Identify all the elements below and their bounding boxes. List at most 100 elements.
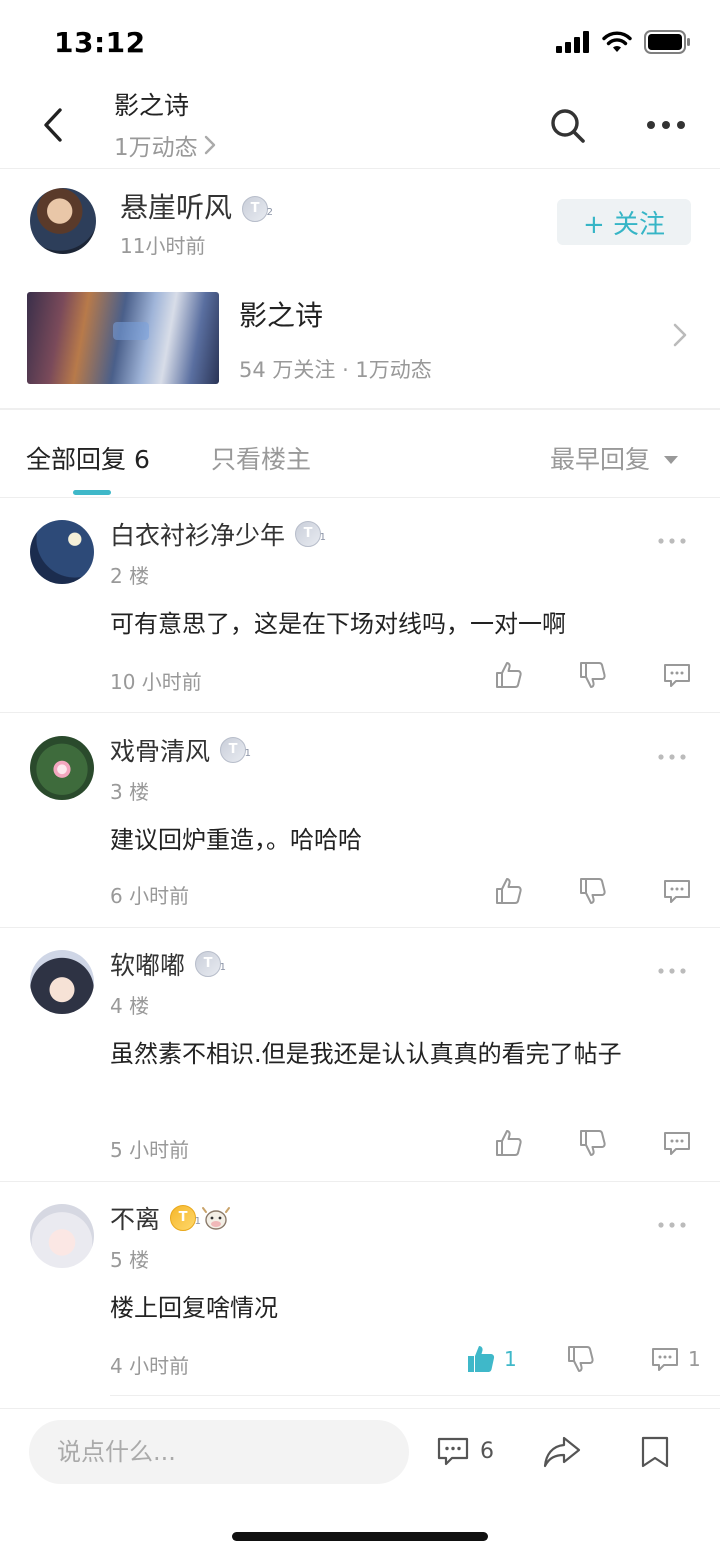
floor-number: 2 楼 (110, 564, 150, 588)
like-button[interactable]: 1 (466, 1344, 517, 1374)
commenter-avatar[interactable] (30, 736, 94, 800)
tab-all-replies[interactable]: 全部回复 6 (26, 440, 150, 476)
nav-subtitle: 1万动态 (114, 135, 198, 161)
cow-emoji-icon (202, 1207, 231, 1230)
dislike-button[interactable] (578, 660, 608, 690)
commenter-name-row[interactable]: 不离 T 1 (110, 1200, 231, 1236)
status-bar: 13:12 (0, 0, 720, 88)
reply-button[interactable] (662, 876, 692, 906)
reply-button[interactable]: 1 (650, 1344, 701, 1374)
thumbs-up-icon (496, 1130, 522, 1156)
battery-icon (644, 30, 690, 54)
nav-title[interactable]: 影之诗 (114, 86, 189, 122)
sort-dropdown[interactable]: 最早回复 (550, 440, 679, 476)
share-icon[interactable] (542, 1435, 582, 1469)
thumbs-up-icon (496, 878, 522, 904)
level-badge-icon: T1 (170, 1205, 201, 1231)
forum-stats: 54 万关注 · 1万动态 (239, 358, 432, 382)
status-time: 13:12 (54, 26, 146, 59)
chevron-left-icon (44, 108, 62, 142)
status-icons (556, 30, 692, 54)
floor-number: 4 楼 (110, 994, 150, 1018)
floor-number: 5 楼 (110, 1248, 150, 1272)
chevron-right-icon (204, 135, 215, 155)
commenter-name: 不离 (110, 1205, 161, 1234)
comment-text: 楼上回复啥情况 (110, 1294, 278, 1322)
author-avatar[interactable] (30, 188, 96, 254)
commenter-name-row[interactable]: 白衣衬衫净少年 T 1 (110, 516, 326, 552)
thumbs-up-icon (496, 662, 522, 688)
tab-active-indicator (73, 490, 111, 495)
comment-icon (664, 1132, 690, 1155)
comment-icon (437, 1437, 469, 1466)
forum-card[interactable]: 影之诗 54 万关注 · 1万动态 (0, 282, 720, 400)
commenter-name: 白衣衬衫净少年 (110, 521, 286, 550)
dislike-button[interactable] (566, 1344, 596, 1374)
commenter-avatar[interactable] (30, 1204, 94, 1268)
like-button[interactable] (494, 1128, 524, 1158)
follow-button[interactable]: + 关注 (557, 199, 691, 245)
commenter-avatar[interactable] (30, 520, 94, 584)
thumbs-down-icon (580, 1130, 606, 1156)
commenter-name: 软嘟嘟 (110, 951, 186, 980)
tab-op-only[interactable]: 只看楼主 (211, 440, 311, 476)
floor-number: 3 楼 (110, 780, 150, 804)
comment-item: 不离 T 1 5 楼 楼上回复啥情况 4 小时前 1 1 (0, 1182, 720, 1396)
comment-actions (0, 876, 720, 912)
level-badge-icon: T2 (242, 196, 273, 222)
thumbs-down-icon (580, 662, 606, 688)
comment-actions (0, 660, 720, 696)
level-badge-icon: T1 (195, 951, 226, 977)
comment-icon (652, 1348, 678, 1371)
author-name: 悬崖听风 (120, 191, 233, 224)
like-button[interactable] (494, 660, 524, 690)
comment-text: 虽然素不相识.但是我还是认认真真的看完了帖子 (110, 1040, 622, 1068)
commenter-name-row[interactable]: 软嘟嘟 T 1 (110, 946, 226, 982)
caret-down-icon (664, 456, 679, 464)
nav-subtitle-link[interactable]: 1万动态 (114, 128, 216, 162)
level-badge-icon: T1 (220, 737, 251, 763)
reply-button[interactable] (662, 1128, 692, 1158)
author-post-time: 11小时前 (120, 234, 206, 258)
more-options-icon[interactable] (644, 110, 688, 140)
forum-cover-image (27, 292, 219, 384)
dislike-button[interactable] (578, 876, 608, 906)
level-badge-icon: T1 (295, 521, 326, 547)
comment-actions (0, 1128, 720, 1164)
search-icon[interactable] (548, 106, 588, 146)
like-count: 1 (504, 1347, 517, 1371)
reply-input[interactable] (29, 1420, 409, 1484)
comment-divider (0, 712, 720, 713)
forum-name: 影之诗 (239, 299, 324, 332)
thumbs-up-filled-icon (468, 1346, 495, 1372)
commenter-name-row[interactable]: 戏骨清风 T 1 (110, 732, 251, 768)
bookmark-icon[interactable] (640, 1435, 670, 1469)
more-options-icon[interactable] (657, 966, 687, 976)
author-name-row[interactable]: 悬崖听风 T 2 (120, 186, 273, 226)
comment-text: 建议回炉重造，。哈哈哈 (110, 826, 362, 854)
comments-button[interactable]: 6 (436, 1435, 494, 1467)
dislike-button[interactable] (578, 1128, 608, 1158)
more-options-icon[interactable] (657, 536, 687, 546)
more-options-icon[interactable] (657, 1220, 687, 1230)
comment-actions: 1 1 (0, 1344, 720, 1380)
comment-item: 戏骨清风 T 1 3 楼 建议回炉重造，。哈哈哈 6 小时前 (0, 714, 720, 928)
comment-item: 白衣衬衫净少年 T 1 2 楼 可有意思了，这是在下场对线吗，一对一啊 10 小时前 (0, 498, 720, 712)
comment-text: 可有意思了，这是在下场对线吗，一对一啊 (110, 610, 566, 638)
commenter-avatar[interactable] (30, 950, 94, 1014)
comment-icon (664, 880, 690, 903)
thumbs-down-icon (568, 1346, 594, 1372)
more-options-icon[interactable] (657, 752, 687, 762)
comment-icon (664, 664, 690, 687)
chevron-right-icon (673, 323, 687, 347)
like-button[interactable] (494, 876, 524, 906)
back-button[interactable] (30, 102, 76, 148)
thumbs-down-icon (580, 878, 606, 904)
post-author: 悬崖听风 T 2 11小时前 + 关注 (0, 170, 720, 270)
wifi-icon (602, 31, 632, 52)
reply-button[interactable] (662, 660, 692, 690)
reply-tabs: 全部回复 6 只看楼主 最早回复 (0, 410, 720, 498)
sort-label: 最早回复 (550, 445, 651, 474)
nav-header: 影之诗 1万动态 (0, 80, 720, 170)
signal-icon (556, 31, 589, 53)
